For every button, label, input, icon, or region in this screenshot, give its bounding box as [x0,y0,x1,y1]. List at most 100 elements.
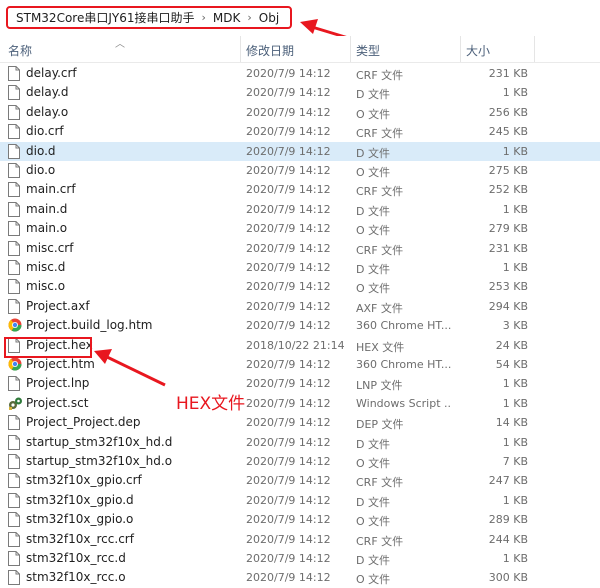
file-row[interactable]: main.d 2020/7/9 14:12 D 文件 1 KB [0,200,600,219]
file-size: 245 KB [488,125,528,139]
file-row[interactable]: stm32f10x_gpio.crf 2020/7/9 14:12 CRF 文件 24… [0,471,600,490]
column-header-name[interactable]: 名称 [8,42,32,59]
file-size: 14 KB [495,416,528,430]
file-row[interactable]: Project.axf 2020/7/9 14:12 AXF 文件 294 KB [0,297,600,316]
file-row[interactable]: Project.htm 2020/7/9 14:12 360 Chrome HT..… [0,355,600,374]
file-date: 2020/7/9 14:12 [246,164,331,177]
file-icon [8,240,20,256]
file-row[interactable]: stm32f10x_gpio.o 2020/7/9 14:12 O 文件 289 KB [0,510,600,529]
file-icon [8,66,20,81]
breadcrumb-item-obj[interactable]: Obj [259,11,279,25]
file-icon [8,163,20,178]
file-row[interactable]: dio.d 2020/7/9 14:12 D 文件 1 KB [0,141,600,161]
file-row[interactable]: misc.d 2020/7/9 14:12 D 文件 1 KB [0,258,600,277]
file-size: 1 KB [502,261,528,274]
file-name: dio.d [26,143,56,158]
file-type: CRF 文件 [356,185,404,199]
file-row[interactable]: delay.o 2020/7/9 14:12 O 文件 256 KB [0,103,600,122]
file-type: D 文件 [356,204,390,218]
column-divider[interactable] [534,36,535,62]
file-size: 289 KB [488,513,528,527]
file-name: Project.hex [26,337,93,352]
file-type: HEX 文件 [356,340,405,354]
address-bar[interactable]: STM32Core串口JY61接串口助手 › MDK › Obj [0,0,600,36]
file-type: D 文件 [356,263,390,276]
file-name: dio.o [26,163,56,177]
file-size: 231 KB [488,67,528,80]
file-size: 1 KB [502,435,528,449]
file-row[interactable]: delay.d 2020/7/9 14:12 D 文件 1 KB [0,83,600,102]
file-row[interactable]: misc.o 2020/7/9 14:12 O 文件 253 KB [0,277,600,296]
file-type: CRF 文件 [356,127,404,141]
file-row[interactable]: Project.build_log.htm 2020/7/9 14:12 360 C… [0,316,600,335]
file-icon [8,376,20,392]
file-type: LNP 文件 [356,379,403,393]
file-name: main.d [26,201,68,216]
breadcrumb[interactable]: STM32Core串口JY61接串口助手 › MDK › Obj [6,6,292,29]
file-size: 275 KB [488,164,528,177]
file-type: O 文件 [356,224,391,238]
file-name: main.o [26,221,68,236]
file-name: Project.axf [26,298,90,313]
column-divider[interactable] [460,36,461,62]
file-row[interactable]: Project.lnp 2020/7/9 14:12 LNP 文件 1 KB [0,374,600,393]
file-size: 1 KB [502,377,528,391]
column-header-size[interactable]: 大小 [466,42,490,59]
file-row[interactable]: dio.o 2020/7/9 14:12 O 文件 275 KB [0,161,600,180]
file-row[interactable]: misc.crf 2020/7/9 14:12 CRF 文件 231 KB [0,239,600,258]
file-row[interactable]: main.crf 2020/7/9 14:12 CRF 文件 252 KB [0,180,600,199]
file-icon [8,512,20,528]
file-name: Project_Project.dep [26,415,141,430]
file-row[interactable]: startup_stm32f10x_hd.d 2020/7/9 14:12 D 文件… [0,433,600,452]
file-type: D 文件 [356,554,390,567]
file-date: 2020/7/9 14:12 [246,552,331,565]
file-name: stm32f10x_gpio.d [26,492,134,507]
file-row[interactable]: stm32f10x_rcc.crf 2020/7/9 14:12 CRF 文件 244… [0,530,600,549]
file-type: O 文件 [356,282,391,296]
file-row[interactable]: stm32f10x_rcc.d 2020/7/9 14:12 D 文件 1 KB [0,549,600,568]
file-name: stm32f10x_rcc.crf [26,531,134,546]
breadcrumb-item-project[interactable]: STM32Core串口JY61接串口助手 [16,9,194,26]
file-row[interactable]: Project.sct 2020/7/9 14:12 Windows Script … [0,394,600,413]
file-icon [8,570,20,586]
file-row[interactable]: dio.crf 2020/7/9 14:12 CRF 文件 245 KB [0,122,600,141]
file-row[interactable]: startup_stm32f10x_hd.o 2020/7/9 14:12 O 文件… [0,452,600,471]
file-type: Windows Script ... [356,396,452,410]
file-row[interactable]: stm32f10x_gpio.d 2020/7/9 14:12 D 文件 1 KB [0,491,600,510]
file-type: CRF 文件 [356,243,404,257]
file-name: main.crf [26,182,76,197]
column-header-type[interactable]: 类型 [356,42,380,59]
breadcrumb-separator-icon: › [247,11,252,24]
file-size: 252 KB [488,183,528,197]
file-row[interactable]: Project_Project.dep 2020/7/9 14:12 DEP 文件 1… [0,413,600,432]
chrome-icon [8,318,22,333]
file-size: 1 KB [502,552,528,565]
file-icon [8,104,20,120]
file-size: 244 KB [488,532,528,546]
file-name: Project.lnp [26,376,90,391]
file-icon [8,454,20,469]
column-divider[interactable] [350,36,351,62]
file-date: 2020/7/9 14:12 [246,86,331,100]
file-icon [8,124,20,140]
file-date: 2020/7/9 14:12 [246,493,331,507]
file-row[interactable]: stm32f10x_rcc.o 2020/7/9 14:12 O 文件 300 KB [0,568,600,587]
file-type: O 文件 [356,457,391,470]
file-type: D 文件 [356,88,390,102]
file-row[interactable]: Project.hex 2018/10/22 21:14 HEX 文件 24 KB [0,336,600,355]
file-size: 7 KB [502,455,528,468]
chrome-icon [8,357,22,372]
file-date: 2020/7/9 14:12 [246,299,331,313]
file-row[interactable]: delay.crf 2020/7/9 14:12 CRF 文件 231 KB [0,64,600,83]
script-icon [8,396,22,411]
file-row[interactable]: main.o 2020/7/9 14:12 O 文件 279 KB [0,219,600,238]
file-date: 2020/7/9 14:12 [246,144,331,158]
column-header-row: ︿ 名称 修改日期 类型 大小 [0,36,600,63]
file-size: 3 KB [502,319,528,333]
file-name: startup_stm32f10x_hd.o [26,454,173,468]
breadcrumb-item-mdk[interactable]: MDK [213,11,240,25]
file-date: 2020/7/9 14:12 [246,222,331,236]
column-header-date[interactable]: 修改日期 [246,42,294,59]
file-date: 2020/7/9 14:12 [246,455,331,468]
column-divider[interactable] [240,36,241,62]
